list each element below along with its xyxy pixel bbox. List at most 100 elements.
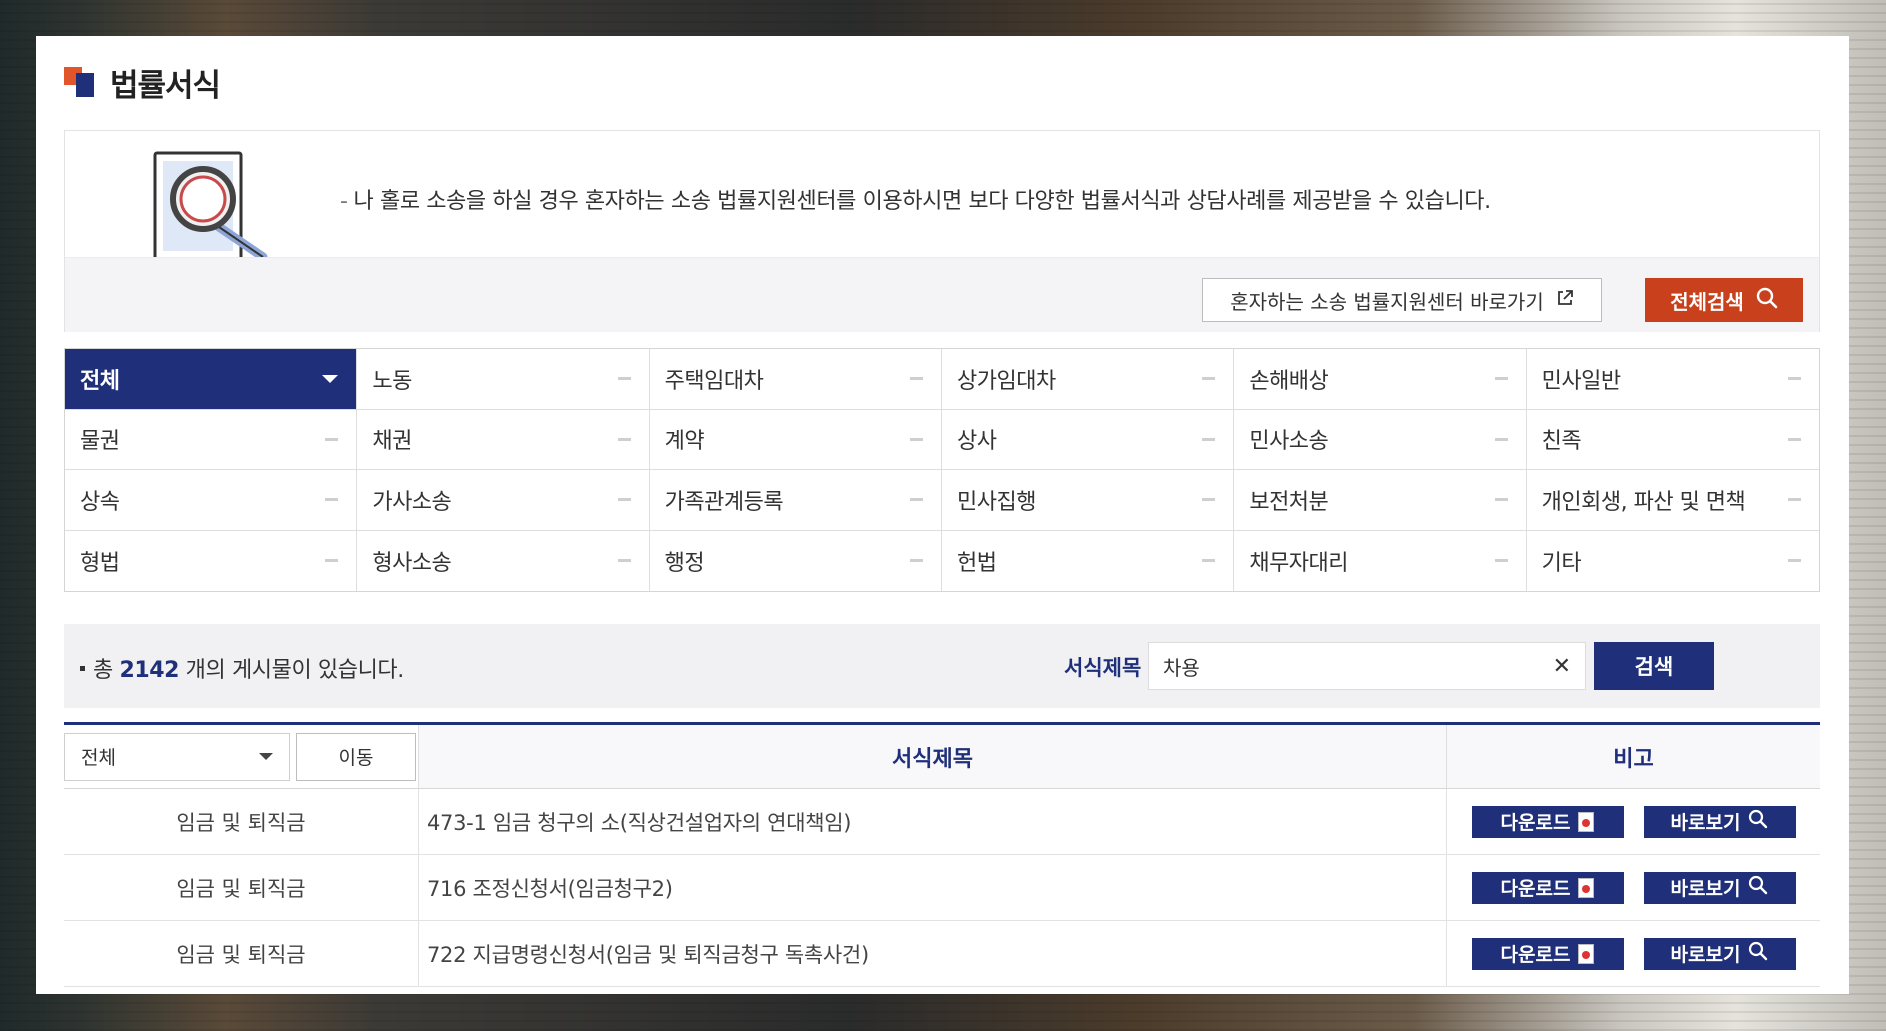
table-row: 임금 및 퇴직금 473-1 임금 청구의 소(직상건설업자의 연대책임) 다운…: [64, 789, 1820, 855]
row-title[interactable]: 473-1 임금 청구의 소(직상건설업자의 연대책임): [419, 789, 1447, 854]
self-litigation-center-link-button[interactable]: 혼자하는 소송 법률지원센터 바로가기: [1202, 278, 1602, 322]
total-count-text: 총 2142 개의 게시물이 있습니다.: [80, 652, 404, 684]
search-all-label: 전체검색: [1670, 289, 1744, 314]
minus-icon: [325, 437, 339, 441]
minus-icon: [1788, 437, 1801, 441]
forms-table: 전체 이동 서식제목 비고 임금 및 퇴직금 473-1 임금 청구의 소(직상…: [64, 722, 1820, 987]
search-icon: [1748, 941, 1768, 966]
category-label: 가족관계등록: [664, 489, 784, 515]
search-input-value: 차용: [1163, 655, 1200, 680]
self-litigation-center-link-label: 혼자하는 소송 법률지원센터 바로가기: [1230, 289, 1544, 314]
row-title[interactable]: 716 조정신청서(임금청구2): [419, 855, 1447, 920]
column-header-note: 비고: [1613, 746, 1654, 772]
category-filter-select[interactable]: 전체: [64, 732, 290, 781]
category-family[interactable]: 친족: [1526, 410, 1819, 470]
minus-icon: [1494, 377, 1508, 381]
minus-icon: [910, 377, 923, 381]
intro-dash: -: [340, 189, 348, 214]
intro-box: -나 홀로 소송을 하실 경우 혼자하는 소송 법률지원센터를 이용하시면 보다…: [64, 130, 1820, 332]
search-icon: [1748, 809, 1768, 834]
category-constitution[interactable]: 헌법: [942, 530, 1235, 591]
search-button[interactable]: 검색: [1594, 642, 1714, 690]
search-input[interactable]: 차용 ✕: [1148, 642, 1586, 690]
download-label: 다운로드: [1500, 878, 1571, 900]
category-label: 보전처분: [1249, 489, 1329, 515]
category-label: 친족: [1541, 429, 1582, 455]
row-category: 임금 및 퇴직금: [64, 789, 419, 854]
category-housing-lease[interactable]: 주택임대차: [649, 349, 942, 410]
category-label: 기타: [1541, 550, 1582, 576]
category-label: 상속: [80, 489, 120, 515]
clear-icon[interactable]: ✕: [1553, 654, 1571, 679]
category-preservation[interactable]: 보전처분: [1234, 470, 1527, 531]
category-contract[interactable]: 계약: [649, 409, 942, 470]
file-icon: [1578, 877, 1595, 898]
table-header: 전체 이동 서식제목 비고: [64, 725, 1820, 789]
heading-logo-mark: [64, 67, 94, 97]
category-damages[interactable]: 손해배상: [1234, 349, 1527, 410]
category-civil-execution[interactable]: 민사집행: [942, 470, 1235, 531]
total-suffix: 개의 게시물이 있습니다.: [185, 658, 405, 683]
search-all-button[interactable]: 전체검색: [1645, 278, 1803, 322]
category-claims[interactable]: 채권: [357, 409, 650, 470]
view-button[interactable]: 바로보기: [1643, 871, 1796, 904]
category-family-registry[interactable]: 가족관계등록: [649, 470, 942, 531]
category-civil-procedure[interactable]: 민사소송: [1234, 409, 1527, 470]
search-bar: 총 2142 개의 게시물이 있습니다. 서식제목 차용 ✕ 검색: [64, 624, 1820, 708]
category-label: 헌법: [957, 550, 997, 576]
category-label: 민사일반: [1541, 368, 1621, 394]
minus-icon: [1788, 498, 1801, 502]
search-field-label: 서식제목: [1064, 656, 1142, 680]
category-debtor-agency[interactable]: 채무자대리: [1234, 530, 1527, 591]
minus-icon: [1494, 498, 1508, 502]
file-icon: [1578, 943, 1595, 964]
view-label: 바로보기: [1670, 878, 1741, 900]
move-button[interactable]: 이동: [296, 732, 416, 781]
search-icon: [1756, 287, 1778, 314]
page-title: 법률서식: [110, 67, 221, 104]
category-commercial[interactable]: 상사: [942, 409, 1235, 470]
minus-icon: [1202, 437, 1216, 441]
category-administrative[interactable]: 행정: [650, 530, 942, 591]
row-category: 임금 및 퇴직금: [64, 855, 419, 920]
category-family-litigation[interactable]: 가사소송: [357, 470, 650, 531]
category-label: 개인회생, 파산 및 면책: [1541, 489, 1746, 515]
minus-icon: [325, 498, 339, 502]
category-labor[interactable]: 노동: [357, 349, 650, 410]
category-criminal-procedure[interactable]: 형사소송: [357, 530, 650, 591]
page-heading: 법률서식: [64, 62, 221, 104]
view-button[interactable]: 바로보기: [1643, 805, 1796, 838]
minus-icon: [617, 377, 631, 381]
category-label: 상사: [957, 429, 997, 455]
magnifier-document-illustration: [145, 149, 285, 263]
bullet-icon: [80, 665, 85, 671]
external-link-icon: [1556, 288, 1574, 312]
category-all[interactable]: 전체: [65, 349, 358, 410]
table-row: 임금 및 퇴직금 722 지급명령신청서(임금 및 퇴직금청구 독촉사건) 다운…: [64, 921, 1820, 987]
view-button[interactable]: 바로보기: [1643, 937, 1796, 970]
minus-icon: [1202, 498, 1216, 502]
minus-icon: [617, 559, 631, 563]
search-icon: [1748, 875, 1768, 900]
category-other[interactable]: 기타: [1527, 531, 1819, 592]
category-label: 가사소송: [372, 489, 452, 515]
category-filter-value: 전체: [81, 747, 116, 769]
category-inheritance[interactable]: 상속: [65, 470, 358, 531]
category-label: 형법: [80, 550, 120, 576]
category-label: 물권: [80, 429, 120, 455]
row-title[interactable]: 722 지급명령신청서(임금 및 퇴직금청구 독촉사건): [419, 921, 1447, 986]
category-rehabilitation-bankruptcy[interactable]: 개인회생, 파산 및 면책: [1526, 470, 1819, 531]
view-label: 바로보기: [1670, 812, 1741, 834]
minus-icon: [910, 437, 923, 441]
download-button[interactable]: 다운로드: [1471, 871, 1624, 904]
view-label: 바로보기: [1670, 944, 1741, 966]
download-button[interactable]: 다운로드: [1471, 937, 1624, 970]
intro-text: -나 홀로 소송을 하실 경우 혼자하는 소송 법률지원센터를 이용하시면 보다…: [340, 183, 1491, 215]
category-commercial-lease[interactable]: 상가임대차: [942, 349, 1235, 410]
download-button[interactable]: 다운로드: [1471, 805, 1624, 838]
category-criminal-law[interactable]: 형법: [65, 530, 358, 591]
category-real-rights[interactable]: 물권: [65, 409, 358, 470]
category-civil-general[interactable]: 민사일반: [1526, 349, 1819, 410]
minus-icon: [617, 498, 631, 502]
category-label: 민사집행: [957, 489, 1036, 515]
